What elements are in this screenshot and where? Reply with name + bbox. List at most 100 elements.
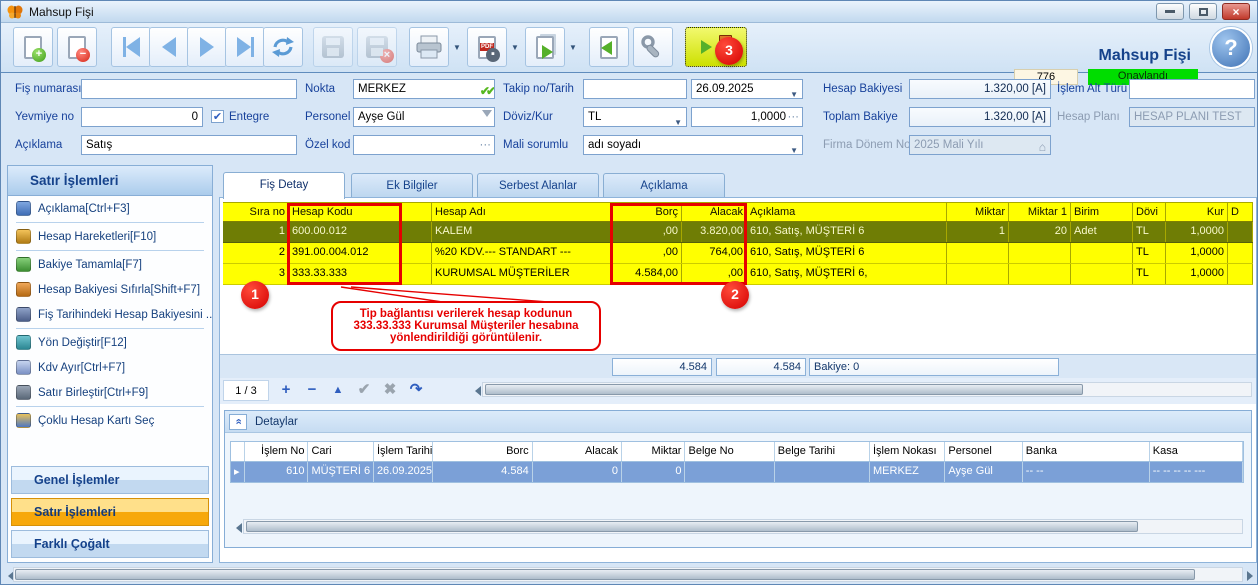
grid-col-header[interactable]: Birim bbox=[1071, 203, 1133, 221]
refresh-icon bbox=[270, 34, 296, 60]
window-hscroll-thumb[interactable] bbox=[15, 569, 1195, 580]
genel-islemler-button[interactable]: Genel İşlemler bbox=[11, 466, 209, 494]
close-button[interactable]: × bbox=[1222, 3, 1250, 20]
details-col-header[interactable]: Belge Tarihi bbox=[775, 442, 870, 461]
tab-serbest-alanlar[interactable]: Serbest Alanlar bbox=[477, 173, 599, 198]
help-button[interactable]: ? bbox=[1210, 27, 1252, 69]
app-window: Mahsup Fişi × + − × ▼ PDF▪ ▼ ▼ bbox=[0, 0, 1258, 585]
record-navigator: 1 / 3 + − ▲ ✔ ✖ ↷ bbox=[220, 378, 1256, 404]
fis-numarasi-input[interactable] bbox=[81, 79, 297, 99]
minimize-button[interactable] bbox=[1156, 3, 1184, 20]
copy-voucher-button[interactable] bbox=[525, 27, 565, 67]
last-record-button[interactable] bbox=[225, 27, 265, 67]
title-bar: Mahsup Fişi × bbox=[1, 1, 1257, 23]
entegre-checkbox[interactable]: ✔ bbox=[211, 110, 224, 123]
refresh-button[interactable] bbox=[263, 27, 303, 67]
grid-scroll-left-arrow[interactable] bbox=[470, 386, 481, 396]
move-up-button[interactable]: ▲ bbox=[326, 379, 350, 402]
redo-button[interactable]: ↷ bbox=[404, 379, 428, 402]
window-hscrollbar[interactable] bbox=[13, 567, 1243, 582]
hesap-plani-value: HESAP PLANI TEST bbox=[1129, 107, 1255, 127]
details-col-header[interactable]: Miktar bbox=[622, 442, 686, 461]
sidebar-item-aciklama[interactable]: Açıklama[Ctrl+F3] bbox=[8, 196, 212, 221]
new-voucher-button[interactable]: + bbox=[13, 27, 53, 67]
mali-sorumlu-select[interactable]: adı soyadı▼ bbox=[583, 135, 803, 155]
tab-ek-bilgiler[interactable]: Ek Bilgiler bbox=[351, 173, 473, 198]
grid-col-header[interactable]: Kur bbox=[1166, 203, 1228, 221]
grid-cell: 1 bbox=[223, 222, 289, 242]
sidebar-item-kdv-ayir[interactable]: Kdv Ayır[Ctrl+F7] bbox=[8, 355, 212, 380]
details-col-header[interactable]: Kasa bbox=[1150, 442, 1243, 461]
farkli-cogalt-button[interactable]: Farklı Çoğalt bbox=[11, 530, 209, 558]
kur-input[interactable]: 1,0000··· bbox=[691, 107, 803, 127]
add-row-button[interactable]: + bbox=[274, 379, 298, 402]
delete-voucher-button[interactable]: − bbox=[57, 27, 97, 67]
maximize-button[interactable] bbox=[1189, 3, 1217, 20]
details-row[interactable]: ▸610MÜŞTERİ 626.09.20254.58400MERKEZAyşe… bbox=[231, 462, 1243, 482]
details-col-header[interactable]: Personel bbox=[945, 442, 1022, 461]
export-pdf-button[interactable]: PDF▪ bbox=[467, 27, 507, 67]
grid-col-header[interactable]: D bbox=[1228, 203, 1253, 221]
first-record-button[interactable] bbox=[111, 27, 151, 67]
import-voucher-button[interactable] bbox=[589, 27, 629, 67]
close-icon: × bbox=[1232, 6, 1239, 18]
grid-hscrollbar[interactable] bbox=[482, 382, 1252, 397]
islem-alt-turu-input[interactable] bbox=[1129, 79, 1255, 99]
aciklama-input[interactable]: Satış bbox=[81, 135, 297, 155]
collapse-button[interactable]: « bbox=[229, 414, 247, 430]
yevmiye-no-input[interactable]: 0 bbox=[81, 107, 203, 127]
settings-button[interactable] bbox=[633, 27, 673, 67]
ozel-kod-input[interactable]: ··· bbox=[353, 135, 495, 155]
print-dropdown[interactable]: ▼ bbox=[451, 37, 463, 57]
sidebar-item-yon-degistir[interactable]: Yön Değiştir[F12] bbox=[8, 330, 212, 355]
sidebar-item-hesap-hareketleri[interactable]: Hesap Hareketleri[F10] bbox=[8, 224, 212, 249]
tab-fis-detay[interactable]: Fiş Detay bbox=[223, 172, 345, 199]
pdf-dropdown[interactable]: ▼ bbox=[509, 37, 521, 57]
details-col-header[interactable]: Alacak bbox=[533, 442, 622, 461]
details-col-header[interactable]: İşlem Tarihi bbox=[374, 442, 434, 461]
grid-col-header[interactable]: Miktar bbox=[947, 203, 1009, 221]
tab-aciklama[interactable]: Açıklama bbox=[603, 173, 725, 198]
details-col-header[interactable]: Borc bbox=[433, 442, 532, 461]
details-hscrollbar[interactable] bbox=[243, 519, 1243, 534]
details-col-header[interactable]: İşlem Nokası bbox=[870, 442, 945, 461]
details-hscroll-thumb[interactable] bbox=[246, 521, 1138, 532]
details-col-header[interactable]: İşlem No bbox=[245, 442, 309, 461]
sidebar-item-bakiye-sifirla[interactable]: Hesap Bakiyesi Sıfırla[Shift+F7] bbox=[8, 277, 212, 302]
print-button[interactable] bbox=[409, 27, 449, 67]
grid-hscroll-thumb[interactable] bbox=[485, 384, 1083, 395]
details-scroll-left-arrow[interactable] bbox=[231, 523, 242, 533]
window-scroll-right-arrow[interactable] bbox=[1247, 571, 1258, 581]
sidebar-item-bakiye-tamamla[interactable]: Bakiye Tamamla[F7] bbox=[8, 252, 212, 277]
grid-col-header[interactable]: Sıra no bbox=[223, 203, 289, 221]
satir-islemleri-button[interactable]: Satır İşlemleri bbox=[11, 498, 209, 526]
window-title: Mahsup Fişi bbox=[29, 5, 94, 19]
remove-row-button[interactable]: − bbox=[300, 379, 324, 402]
save-cancel-button[interactable]: × bbox=[357, 27, 397, 67]
copy-dropdown[interactable]: ▼ bbox=[567, 37, 579, 57]
tarih-select[interactable]: 26.09.2025▼ bbox=[691, 79, 803, 99]
cancel-button[interactable]: ✖ bbox=[378, 379, 402, 402]
sidebar-item-fis-tarihindeki-bakiye[interactable]: Fiş Tarihindeki Hesap Bakiyesini ... bbox=[8, 302, 212, 327]
details-col-header[interactable]: Cari bbox=[308, 442, 373, 461]
nokta-input[interactable]: MERKEZ✔✔ bbox=[353, 79, 495, 99]
takip-no-input[interactable] bbox=[583, 79, 687, 99]
save-icon bbox=[322, 36, 344, 58]
grid-col-header[interactable]: Dövi bbox=[1133, 203, 1166, 221]
personel-input[interactable]: Ayşe Gül bbox=[353, 107, 495, 127]
details-col-header[interactable]: Belge No bbox=[685, 442, 774, 461]
grid-col-header[interactable]: Açıklama bbox=[747, 203, 947, 221]
grid-col-header[interactable]: Hesap Adı bbox=[432, 203, 612, 221]
grid-cell bbox=[1228, 264, 1253, 284]
details-col-header[interactable]: Banka bbox=[1023, 442, 1150, 461]
sidebar-item-coklu-hesap-karti[interactable]: Çoklu Hesap Kartı Seç bbox=[8, 408, 212, 433]
hesap-bakiyesi-label: Hesap Bakiyesi bbox=[823, 79, 902, 99]
safe-icon bbox=[16, 385, 31, 400]
accept-button[interactable]: ✔ bbox=[352, 379, 376, 402]
next-record-button[interactable] bbox=[187, 27, 227, 67]
previous-record-button[interactable] bbox=[149, 27, 189, 67]
sidebar-item-satir-birlestir[interactable]: Satır Birleştir[Ctrl+F9] bbox=[8, 380, 212, 405]
grid-col-header[interactable]: Miktar 1 bbox=[1009, 203, 1071, 221]
save-button[interactable] bbox=[313, 27, 353, 67]
doviz-select[interactable]: TL▼ bbox=[583, 107, 687, 127]
